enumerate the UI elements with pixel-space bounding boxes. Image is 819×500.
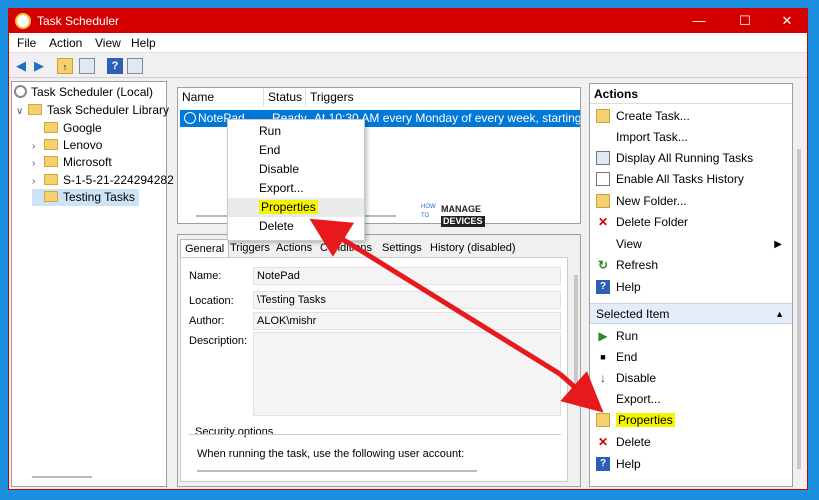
annotation-arrows	[309, 218, 604, 413]
arrow-to-context-properties	[309, 218, 562, 377]
arrow-to-action-properties	[558, 371, 604, 413]
